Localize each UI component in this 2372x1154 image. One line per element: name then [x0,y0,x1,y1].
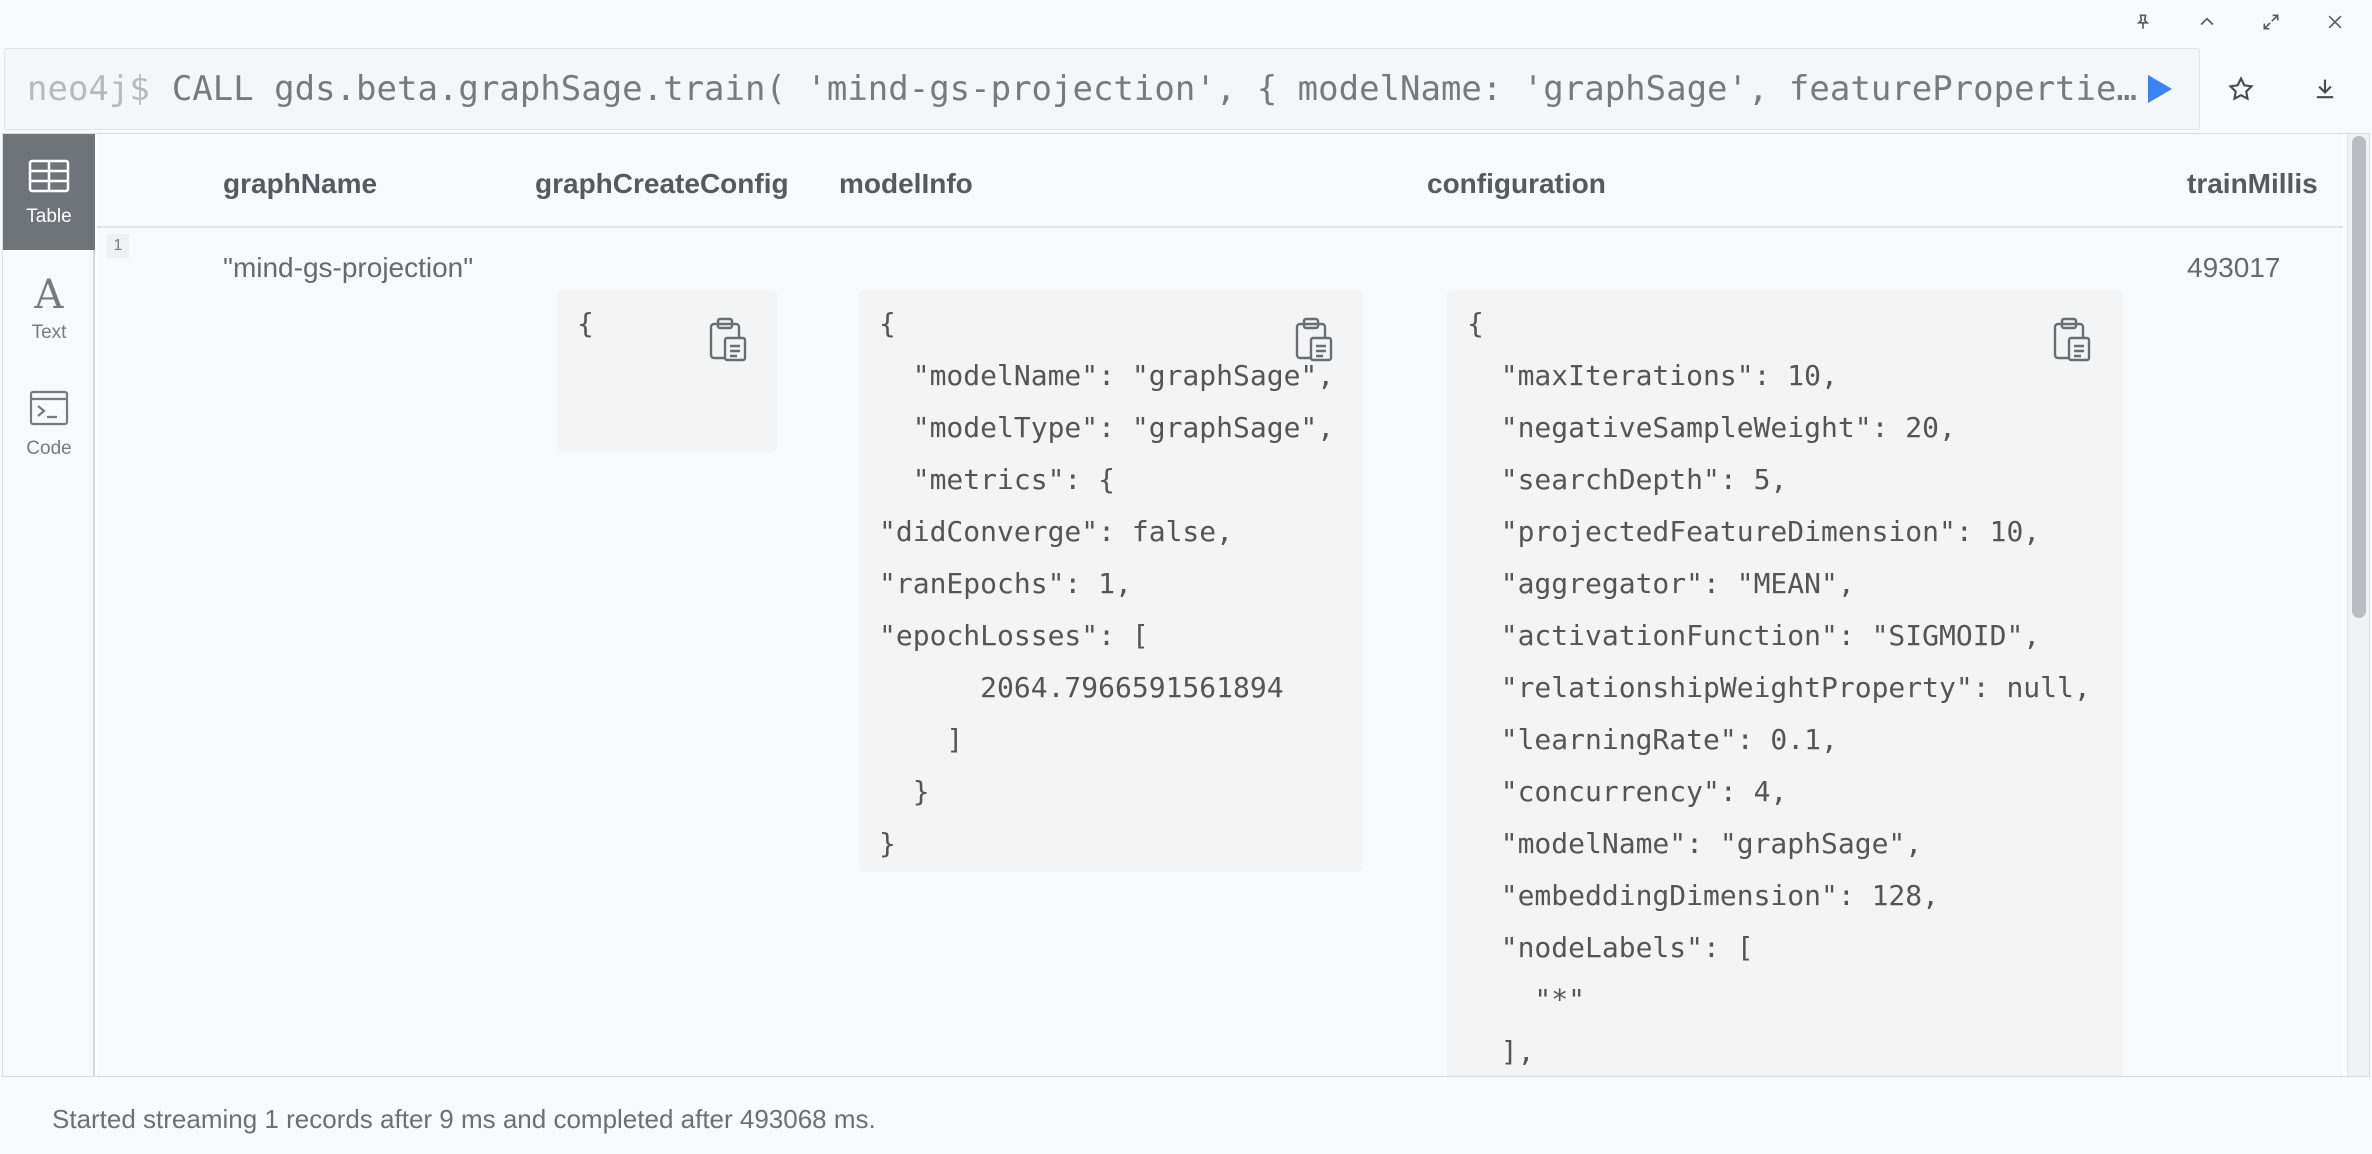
text-icon: A [34,272,65,312]
vertical-scrollbar[interactable] [2347,134,2369,1076]
download-icon [2316,79,2334,99]
view-table-label: Table [26,206,72,227]
copy-icon[interactable] [2049,316,2093,364]
cell-graphName: "mind-gs-projection" [223,252,474,283]
cell-graphCreateConfig: { } [557,290,777,452]
column-header-configuration[interactable]: configuration [1427,168,1606,200]
code-icon [29,390,69,426]
window-controls [2118,6,2360,38]
query-editor[interactable]: neo4j$ CALL gds.beta.graphSage.train( 'm… [4,48,2200,130]
modelInfo-json: { "modelName": "graphSage", "modelType":… [879,307,1335,860]
table-icon [28,159,70,193]
result-panel: Table A Text Code graphName graphCreateC… [2,133,2370,1077]
run-button[interactable] [2141,71,2177,107]
view-code-label: Code [26,438,72,459]
star-icon [2228,76,2254,101]
query-text[interactable]: CALL gds.beta.graphSage.train( 'mind-gs-… [172,69,2199,109]
row-number: 1 [107,234,129,258]
column-header-trainMillis[interactable]: trainMillis [2187,168,2318,200]
editor-prompt: neo4j$ [27,69,150,109]
copy-icon[interactable] [1291,316,1335,364]
scrollbar-thumb[interactable] [2352,136,2366,618]
copy-icon[interactable] [705,316,749,364]
favorite-button[interactable] [2216,64,2266,114]
cell-trainMillis: 493017 [2187,252,2281,283]
download-button[interactable] [2300,64,2350,114]
cell-configuration: { "maxIterations": 10, "negativeSampleWe… [1447,290,2123,1076]
view-text-label: Text [31,322,67,343]
status-bar: Started streaming 1 records after 9 ms a… [0,1078,2372,1154]
view-code-tab[interactable]: Code [3,366,95,482]
svg-text:A: A [34,272,65,312]
close-icon[interactable] [2310,6,2360,38]
result-table: graphName graphCreateConfig modelInfo co… [97,134,2343,1076]
pin-icon[interactable] [2118,6,2168,38]
query-result-frame: neo4j$ CALL gds.beta.graphSage.train( 'm… [0,0,2372,1154]
view-switcher: Table A Text Code [3,134,95,1076]
configuration-json: { "maxIterations": 10, "negativeSampleWe… [1467,307,2091,1068]
view-table-tab[interactable]: Table [3,134,95,250]
view-text-tab[interactable]: A Text [3,250,95,366]
cell-modelInfo: { "modelName": "graphSage", "modelType":… [859,290,1363,872]
column-header-graphCreateConfig[interactable]: graphCreateConfig [535,168,789,200]
chevron-up-icon[interactable] [2182,6,2232,38]
column-header-graphName[interactable]: graphName [223,168,377,200]
status-text: Started streaming 1 records after 9 ms a… [52,1104,876,1134]
table-header: graphName graphCreateConfig modelInfo co… [97,134,2343,228]
play-icon [2148,75,2172,103]
column-header-modelInfo[interactable]: modelInfo [839,168,973,200]
expand-icon[interactable] [2246,6,2296,38]
